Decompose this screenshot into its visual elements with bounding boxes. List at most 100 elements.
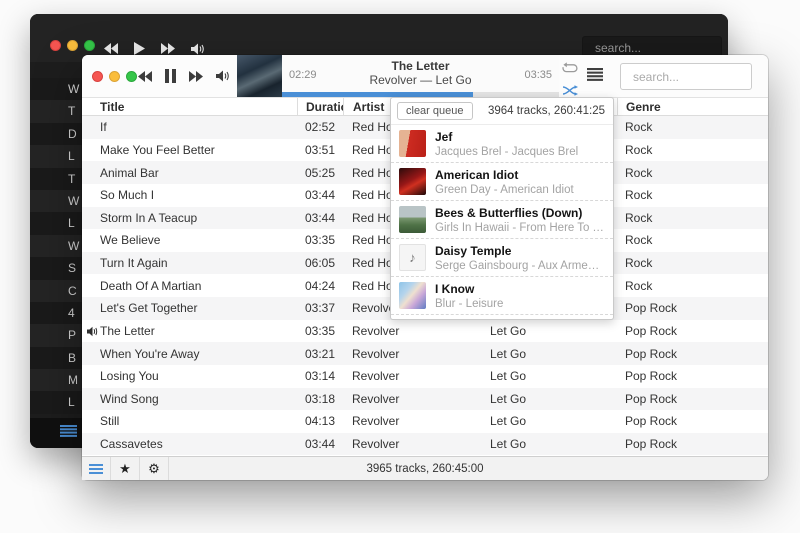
track-artist: Revolver — [343, 437, 472, 451]
queue-item-title: American Idiot — [435, 168, 574, 182]
track-title: So Much I — [82, 188, 297, 202]
track-genre: Pop Rock — [617, 414, 768, 428]
track-duration: 04:24 — [297, 279, 343, 293]
gear-icon: ⚙ — [148, 462, 160, 475]
zoom-button[interactable] — [84, 40, 95, 51]
playlists-button[interactable]: ★ — [111, 457, 140, 480]
close-button[interactable] — [92, 71, 103, 82]
track-duration: 05:25 — [297, 166, 343, 180]
clear-queue-button[interactable]: clear queue — [397, 102, 473, 120]
queue-summary: 3964 tracks, 260:41:25 — [488, 105, 605, 117]
queue-item-subtitle: Girls In Hawaii - From Here To There — [435, 222, 605, 234]
track-duration: 03:14 — [297, 369, 343, 383]
track-artist: Revolver — [343, 324, 472, 338]
track-title: Let's Get Together — [82, 301, 297, 315]
queue-item-title: Jef — [435, 130, 578, 144]
queue-item[interactable]: American Idiot Green Day - American Idio… — [391, 163, 613, 201]
track-title: Turn It Again — [82, 256, 297, 270]
queue-icon[interactable] — [587, 68, 603, 86]
queue-item[interactable]: Jef Jacques Brel - Jacques Brel — [391, 125, 613, 163]
queue-item-album-art: ♪ — [399, 244, 426, 271]
track-genre: Rock — [617, 256, 768, 270]
previous-track-button[interactable] — [104, 43, 118, 54]
minimize-button[interactable] — [109, 71, 120, 82]
track-genre: Pop Rock — [617, 392, 768, 406]
now-playing-info[interactable]: The Letter Revolver — Let Go 02:29 03:35 — [282, 55, 559, 97]
traffic-lights — [50, 40, 95, 51]
queue-item-subtitle: Serge Gainsbourg - Aux Armes et Caete... — [435, 260, 605, 272]
library-view-button[interactable] — [82, 457, 111, 480]
minimize-button[interactable] — [67, 40, 78, 51]
table-row[interactable]: Still 04:13 Revolver Let Go Pop Rock — [82, 410, 768, 433]
table-row[interactable]: Losing You 03:14 Revolver Let Go Pop Roc… — [82, 365, 768, 388]
track-title: Losing You — [82, 369, 297, 383]
queue-item-album-art — [399, 206, 426, 233]
track-album: Let Go — [472, 324, 617, 338]
queue-item-title: I Know — [435, 282, 503, 296]
table-row[interactable]: When You're Away 03:21 Revolver Let Go P… — [82, 342, 768, 365]
track-artist: Revolver — [343, 369, 472, 383]
track-genre: Rock — [617, 233, 768, 247]
queue-item-subtitle: Jacques Brel - Jacques Brel — [435, 146, 578, 158]
now-playing-title: The Letter — [282, 55, 559, 73]
column-header-duration[interactable]: Duration — [297, 98, 343, 115]
track-genre: Pop Rock — [617, 347, 768, 361]
track-artist: Revolver — [343, 414, 472, 428]
track-duration: 03:44 — [297, 188, 343, 202]
player-bar: The Letter Revolver — Let Go 02:29 03:35 — [82, 55, 768, 98]
repeat-icon[interactable] — [562, 61, 578, 79]
table-row[interactable]: The Letter 03:35 Revolver Let Go Pop Roc… — [82, 320, 768, 343]
track-album: Let Go — [472, 414, 617, 428]
track-title: Death Of A Martian — [82, 279, 297, 293]
now-playing-subtitle: Revolver — Let Go — [282, 73, 559, 87]
column-header-genre[interactable]: Genre — [617, 98, 768, 115]
track-genre: Pop Rock — [617, 301, 768, 315]
next-track-button[interactable] — [161, 43, 175, 54]
table-row[interactable]: Cassavetes 03:44 Revolver Let Go Pop Roc… — [82, 433, 768, 456]
track-genre: Pop Rock — [617, 369, 768, 383]
track-title: We Believe — [82, 233, 297, 247]
queue-item-album-art — [399, 168, 426, 195]
track-duration: 03:21 — [297, 347, 343, 361]
close-button[interactable] — [50, 40, 61, 51]
track-duration: 04:13 — [297, 414, 343, 428]
library-list-icon[interactable] — [60, 424, 77, 442]
queue-item-subtitle: Green Day - American Idiot — [435, 184, 574, 196]
track-genre: Rock — [617, 279, 768, 293]
search-input[interactable] — [620, 63, 752, 90]
zoom-button[interactable] — [126, 71, 137, 82]
elapsed-time: 02:29 — [289, 69, 317, 81]
track-album: Let Go — [472, 392, 617, 406]
settings-button[interactable]: ⚙ — [140, 457, 169, 480]
track-duration: 03:37 — [297, 301, 343, 315]
table-row[interactable]: Wind Song 03:18 Revolver Let Go Pop Rock — [82, 388, 768, 411]
queue-item[interactable]: I Know Blur - Leisure — [391, 277, 613, 315]
total-time: 03:35 — [524, 69, 552, 81]
volume-icon[interactable] — [216, 70, 231, 82]
now-playing-album-art — [237, 55, 282, 97]
column-header-title[interactable]: Title — [82, 100, 297, 114]
volume-icon[interactable] — [191, 43, 205, 55]
track-album: Let Go — [472, 347, 617, 361]
play-button[interactable] — [134, 42, 145, 55]
traffic-lights — [92, 71, 137, 82]
next-track-button[interactable] — [189, 71, 203, 82]
track-title: The Letter — [82, 324, 297, 338]
previous-track-button[interactable] — [138, 71, 152, 82]
queue-item-album-art — [399, 282, 426, 309]
track-genre: Rock — [617, 166, 768, 180]
queue-popup: clear queue 3964 tracks, 260:41:25 Jef J… — [390, 97, 614, 320]
track-genre: Rock — [617, 211, 768, 225]
queue-item[interactable]: Bees & Butterflies (Down) Girls In Hawai… — [391, 201, 613, 239]
track-genre: Rock — [617, 143, 768, 157]
pause-button[interactable] — [165, 69, 176, 83]
track-duration: 03:18 — [297, 392, 343, 406]
track-genre: Pop Rock — [617, 324, 768, 338]
track-duration: 06:05 — [297, 256, 343, 270]
track-artist: Revolver — [343, 347, 472, 361]
track-artist: Revolver — [343, 392, 472, 406]
track-title: If — [82, 120, 297, 134]
queue-item[interactable]: ♪ Daisy Temple Serge Gainsbourg - Aux Ar… — [391, 239, 613, 277]
track-genre: Pop Rock — [617, 437, 768, 451]
main-window[interactable]: The Letter Revolver — Let Go 02:29 03:35… — [82, 55, 768, 480]
